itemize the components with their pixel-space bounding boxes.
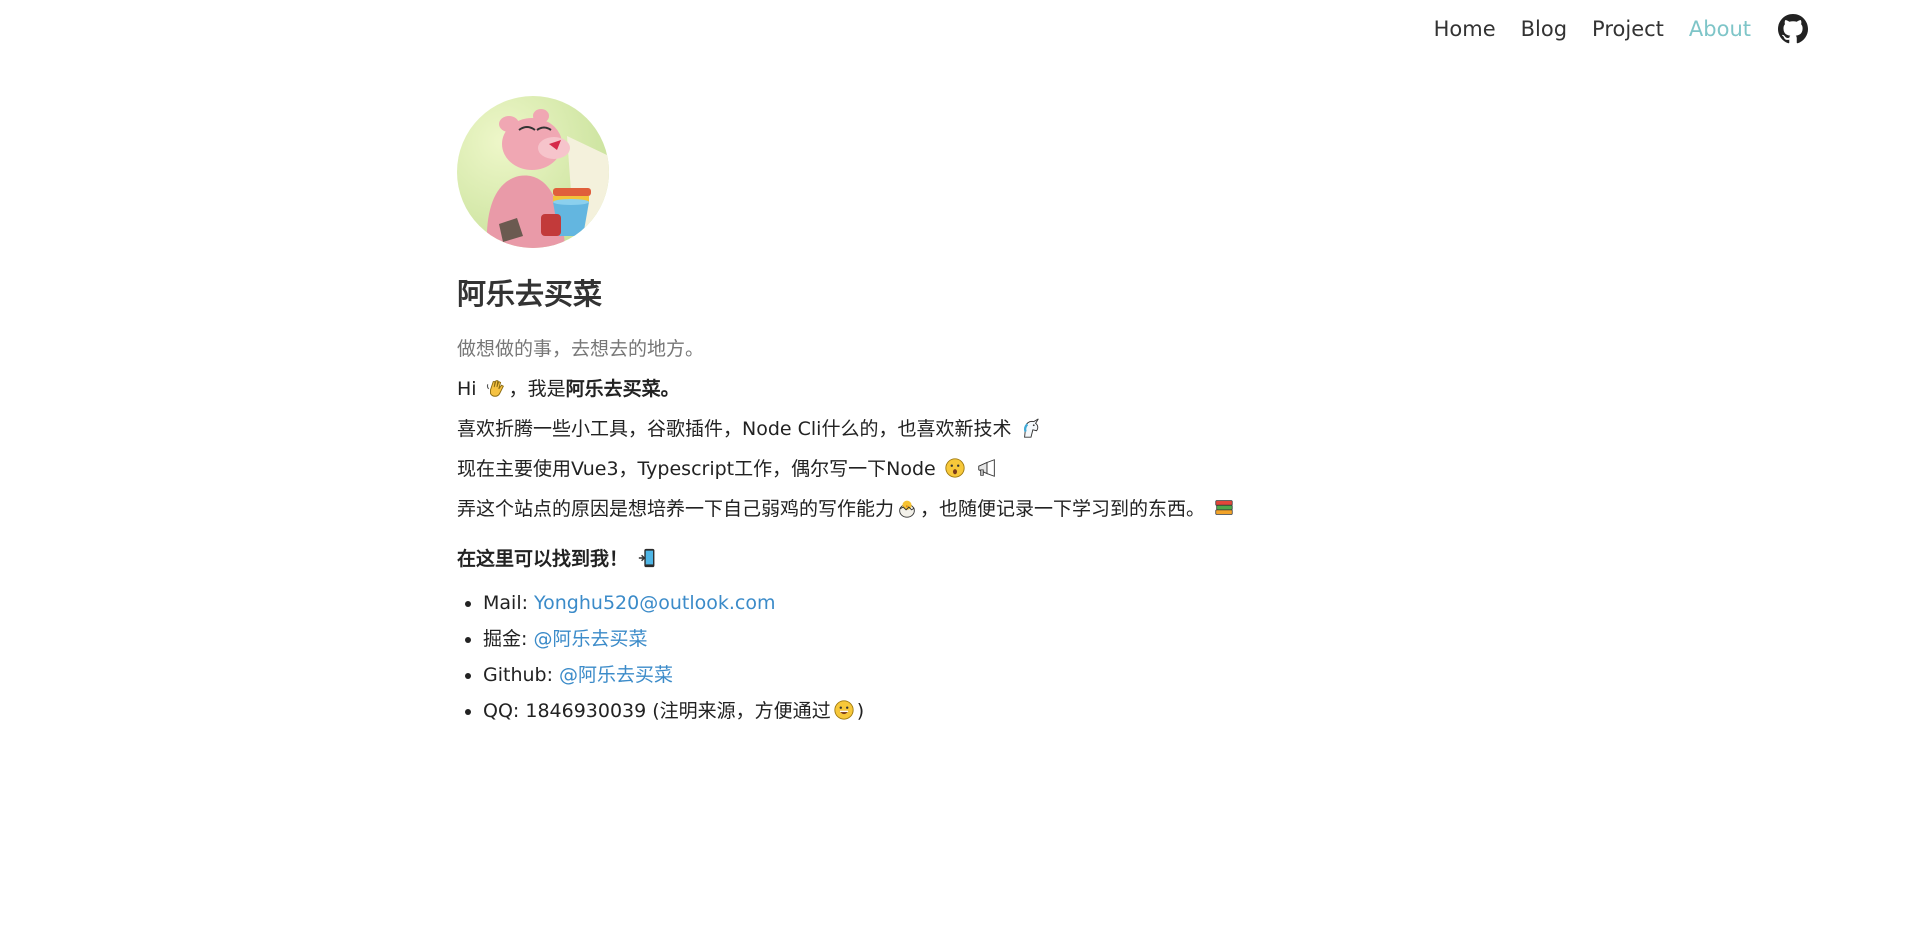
greeting-mid: ，我是 (508, 378, 566, 400)
qq-text: QQ: 1846930039 (注明来源，方便通过 (483, 700, 831, 722)
grinning-face-icon (834, 700, 854, 720)
contact-juejin: 掘金: @阿乐去买菜 (483, 626, 1357, 652)
nav-project[interactable]: Project (1592, 12, 1664, 46)
surprised-face-icon (945, 458, 965, 478)
mail-link[interactable]: Yonghu520@outlook.com (534, 592, 775, 614)
contact-list: Mail: Yonghu520@outlook.com 掘金: @阿乐去买菜 G… (457, 590, 1357, 724)
juejin-label: 掘金: (483, 628, 534, 650)
contact-qq: QQ: 1846930039 (注明来源，方便通过 ) (483, 698, 1357, 724)
github-label: Github: (483, 664, 560, 686)
intro-purpose: 弄这个站点的原因是想培养一下自己弱鸡的写作能力 ，也随便记录一下学习到的东西。 (457, 496, 1357, 522)
contact-heading-text: 在这里可以找到我！ (457, 548, 629, 570)
contact-github: Github: @阿乐去买菜 (483, 662, 1357, 688)
books-icon (1215, 500, 1233, 515)
intro-hobbies: 喜欢折腾一些小工具，谷歌插件，Node Cli什么的，也喜欢新技术 (457, 416, 1357, 442)
nav-blog[interactable]: Blog (1521, 12, 1567, 46)
contact-heading: 在这里可以找到我！ (457, 546, 1357, 572)
intro-greeting: Hi ，我是阿乐去买菜。 (457, 376, 1357, 402)
purpose-text-a: 弄这个站点的原因是想培养一下自己弱鸡的写作能力 (457, 498, 895, 520)
megaphone-icon (978, 459, 995, 477)
stack-text: 现在主要使用Vue3，Typescript工作，偶尔写一下Node (457, 458, 936, 480)
purpose-text-b: ，也随便记录一下学习到的东西。 (920, 498, 1206, 520)
qq-suffix: ) (856, 700, 865, 722)
greeting-text: Hi (457, 378, 477, 400)
nav-home[interactable]: Home (1434, 12, 1496, 46)
github-link[interactable]: @阿乐去买菜 (559, 664, 673, 686)
contact-mail: Mail: Yonghu520@outlook.com (483, 590, 1357, 616)
page-title: 阿乐去买菜 (457, 277, 603, 311)
motto: 做想做的事，去想去的地方。 (457, 338, 705, 360)
waving-hand-icon (486, 380, 504, 397)
juejin-link[interactable]: @阿乐去买菜 (533, 628, 647, 650)
mobile-phone-arrow-icon (638, 548, 655, 568)
intro-stack: 现在主要使用Vue3，Typescript工作，偶尔写一下Node (457, 456, 1357, 482)
about-content: 阿乐去买菜 做想做的事，去想去的地方。 Hi ，我是阿乐去买菜。 喜欢折腾一些小… (457, 96, 1357, 734)
top-nav: Home Blog Project About (1409, 12, 1808, 46)
unicorn-icon (1023, 418, 1039, 438)
hatching-chick-icon (899, 500, 915, 518)
nav-about[interactable]: About (1689, 12, 1751, 46)
hobbies-text: 喜欢折腾一些小工具，谷歌插件，Node Cli什么的，也喜欢新技术 (457, 418, 1012, 440)
github-icon[interactable] (1778, 14, 1808, 44)
greeting-name: 阿乐去买菜。 (565, 378, 680, 400)
avatar (457, 96, 609, 248)
mail-label: Mail: (483, 592, 535, 614)
